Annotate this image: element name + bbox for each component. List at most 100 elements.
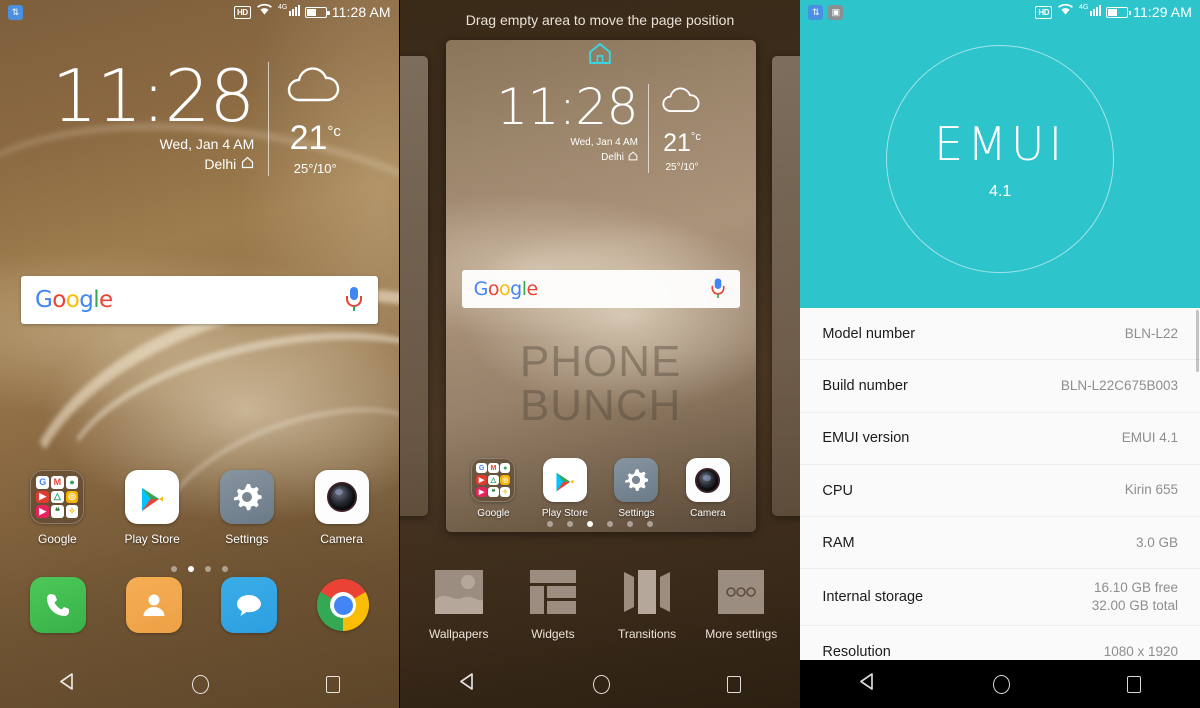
- app-play-store[interactable]: Play Store: [113, 470, 191, 546]
- row-value: BLN-L22: [1124, 325, 1179, 341]
- back-icon[interactable]: [459, 673, 475, 695]
- edit-toolbar: Wallpapers Widgets Transitions More sett…: [400, 548, 801, 660]
- page-dot[interactable]: [567, 521, 573, 527]
- home-icon: [241, 156, 254, 172]
- recents-icon[interactable]: [326, 675, 341, 693]
- page-dot[interactable]: [627, 521, 633, 527]
- clock-city-label: Delhi: [204, 156, 237, 173]
- tool-label: Wallpapers: [428, 626, 489, 641]
- tool-transitions[interactable]: Transitions: [601, 568, 693, 641]
- watermark: PHONE BUNCH: [446, 340, 756, 428]
- message-icon[interactable]: [221, 577, 278, 633]
- google-logo: Google: [35, 287, 113, 313]
- sync-icon: ⇅: [808, 4, 824, 20]
- page-dot[interactable]: [547, 521, 553, 527]
- google-folder-icon: G M ● ▶ △ ◎ ▶ ❝ ✧: [30, 470, 85, 524]
- clock-weather-widget[interactable]: 11:28 Wed, Jan 4 AM Delhi 21 °c 25°/10°: [0, 54, 399, 176]
- play-store-icon: [542, 458, 587, 502]
- temp-number: 21: [663, 129, 691, 157]
- page-preview-previous[interactable]: [399, 56, 428, 516]
- page-indicator: [400, 521, 801, 527]
- row-value: EMUI 4.1: [1121, 430, 1179, 446]
- row-value: 1080 x 1920: [1103, 644, 1179, 660]
- home-circle-icon[interactable]: [191, 674, 209, 694]
- microphone-icon[interactable]: [709, 278, 725, 299]
- wifi-icon: [256, 3, 273, 21]
- home-page-icon[interactable]: [588, 43, 612, 69]
- recents-icon[interactable]: [1127, 675, 1142, 693]
- table-row[interactable]: CPU Kirin 655: [800, 464, 1200, 518]
- back-icon[interactable]: [59, 673, 75, 695]
- page-preview-current[interactable]: 11:28 Wed, Jan 4 AM Delhi 21 °c 25°/10° …: [445, 40, 756, 532]
- tool-wallpapers[interactable]: Wallpapers: [413, 568, 505, 641]
- emui-version-label: 4.1: [989, 183, 1012, 200]
- contacts-icon[interactable]: [125, 577, 182, 633]
- clock-weather-widget[interactable]: 11:28 Wed, Jan 4 AM Delhi 21 °c 25°/10°: [446, 82, 756, 173]
- tool-label: Widgets: [531, 626, 575, 641]
- app-play-store[interactable]: Play Store: [532, 458, 598, 519]
- settings-gear-icon: [614, 458, 659, 502]
- app-label: Settings: [225, 532, 269, 546]
- emui-logo: EMUI 4.1: [886, 45, 1115, 273]
- home-circle-icon[interactable]: [592, 674, 610, 694]
- clock-time: 11:28: [51, 54, 255, 138]
- microphone-icon[interactable]: [344, 287, 364, 313]
- app-label: Settings: [618, 508, 655, 519]
- app-settings[interactable]: Settings: [208, 470, 286, 546]
- temp-number: 21: [289, 119, 328, 157]
- scrollbar[interactable]: [1196, 310, 1200, 372]
- status-bar-right: HD 4G 11:29 AM: [1035, 3, 1192, 22]
- device-info-list: Model number BLN-L22 Build number BLN-L2…: [800, 308, 1200, 679]
- clock-date: Wed, Jan 4 AM: [159, 136, 255, 153]
- clock-section: 11:28 Wed, Jan 4 AM Delhi: [51, 54, 269, 176]
- clock-date: Wed, Jan 4 AM: [570, 136, 638, 148]
- tool-label: Transitions: [617, 626, 677, 641]
- status-bar-left: ⇅: [8, 4, 23, 20]
- app-label: Play Store: [541, 508, 588, 519]
- tool-label: More settings: [705, 626, 778, 641]
- tool-widgets[interactable]: Widgets: [507, 568, 599, 641]
- battery-icon: [1106, 6, 1132, 18]
- page-dot-active[interactable]: [587, 521, 593, 527]
- widgets-icon: [526, 568, 580, 618]
- hd-icon: HD: [1035, 5, 1053, 19]
- app-camera[interactable]: Camera: [303, 470, 381, 546]
- home-circle-icon[interactable]: [992, 674, 1010, 694]
- weather-section: 21 °c 25°/10°: [649, 84, 705, 173]
- panel-edit-mode: Drag empty area to move the page positio…: [399, 0, 801, 708]
- wifi-icon: [1057, 3, 1074, 21]
- phone-icon[interactable]: [29, 577, 86, 633]
- google-search-bar[interactable]: Google: [461, 270, 740, 308]
- table-row[interactable]: EMUI version EMUI 4.1: [800, 412, 1200, 465]
- emui-hero-header: ⇅ ▣ HD 4G 11:29 AM EMUI 4.1: [800, 0, 1200, 308]
- home-page-marker[interactable]: [400, 42, 801, 70]
- recents-icon[interactable]: [727, 675, 742, 693]
- app-label: Play Store: [124, 532, 180, 546]
- status-bar-left: ⇅ ▣: [808, 4, 844, 20]
- app-google-folder[interactable]: G M ● ▶ △ ◎ ▶ ❝ ✧ Google: [18, 470, 96, 546]
- row-key: CPU: [822, 482, 853, 499]
- watermark-line-2: BUNCH: [519, 381, 682, 430]
- table-row[interactable]: RAM 3.0 GB: [800, 517, 1200, 570]
- table-row[interactable]: Model number BLN-L22: [800, 308, 1200, 361]
- page-dot[interactable]: [607, 521, 613, 527]
- tool-more-settings[interactable]: More settings: [695, 568, 787, 641]
- panel-about-phone: ⇅ ▣ HD 4G 11:29 AM EMUI 4.1 Model number…: [800, 0, 1200, 708]
- dock: [0, 550, 399, 660]
- signal-icon: 4G: [1079, 3, 1102, 22]
- page-dot[interactable]: [647, 521, 653, 527]
- table-row[interactable]: Internal storage 16.10 GB free 32.00 GB …: [800, 569, 1200, 627]
- google-search-bar[interactable]: Google: [21, 276, 378, 324]
- chrome-icon[interactable]: [317, 579, 370, 631]
- app-settings[interactable]: Settings: [603, 458, 669, 519]
- app-camera[interactable]: Camera: [675, 458, 741, 519]
- back-icon[interactable]: [859, 673, 875, 695]
- temp-high-low: 25°/10°: [665, 162, 699, 173]
- row-value: BLN-L22C675B003: [1060, 377, 1179, 393]
- clock-city: Delhi: [601, 150, 638, 164]
- app-google-folder[interactable]: G M ● ▶ △ ◎ ▶ ❝ ✧ Google: [460, 458, 526, 519]
- page-preview-next[interactable]: [772, 56, 801, 516]
- table-row[interactable]: Build number BLN-L22C675B003: [800, 360, 1200, 413]
- signal-icon: 4G: [278, 3, 300, 22]
- app-label: Google: [477, 508, 510, 519]
